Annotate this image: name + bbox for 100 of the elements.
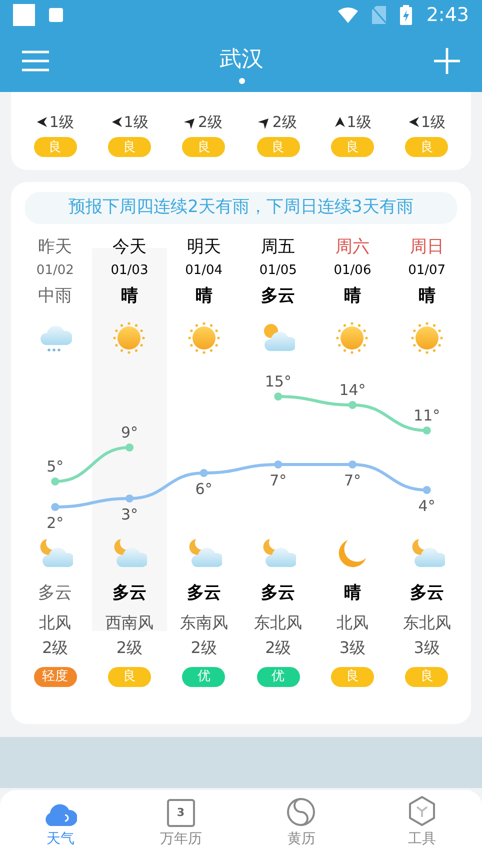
wifi-icon	[338, 7, 358, 23]
temperature-point	[274, 460, 282, 468]
night-weather-label: 晴	[344, 582, 361, 605]
air-quality-badge: 优	[256, 666, 300, 686]
wind-arrow-icon	[334, 116, 346, 128]
air-quality-badge: 良	[256, 137, 300, 157]
day-name: 今天	[112, 236, 146, 259]
wind-level: 1级	[49, 113, 74, 131]
temperature-label: 14°	[339, 381, 366, 399]
date-label: 01/02	[36, 262, 74, 280]
wind-level: 1级	[346, 113, 372, 131]
air-quality-badge: 优	[182, 666, 226, 686]
air-quality-badge: 轻度	[34, 666, 77, 686]
battery-charging-icon	[400, 5, 412, 25]
day-name: 昨天	[38, 236, 72, 259]
wind-level: 3级	[339, 637, 366, 659]
wind-direction: 东南风	[180, 612, 228, 634]
air-quality-badge: 良	[108, 137, 151, 157]
menu-icon[interactable]	[22, 50, 49, 72]
air-quality-badge: 良	[405, 137, 448, 157]
night-weather-label: 多云	[38, 582, 72, 605]
cloud-icon	[43, 801, 78, 827]
weather-label: 晴	[344, 285, 361, 308]
weather-label: 中雨	[38, 285, 72, 308]
wind-arrow-icon	[36, 116, 48, 128]
temperature-label: 4°	[418, 497, 436, 515]
temperature-point	[200, 469, 208, 477]
date-label: 01/04	[185, 262, 223, 280]
toolbox-icon	[406, 795, 437, 827]
temperature-label: 3°	[120, 506, 138, 524]
air-quality-badge: 良	[108, 666, 151, 686]
temperature-point	[126, 494, 134, 502]
temperature-label: 9°	[120, 424, 138, 442]
wind-direction: 西南风	[105, 612, 154, 634]
date-label: 01/07	[408, 262, 446, 280]
air-quality-badge: 良	[182, 137, 226, 157]
weather-label: 晴	[195, 285, 212, 308]
date-label: 01/06	[334, 262, 372, 280]
city-title: 武汉	[220, 46, 264, 74]
wind-direction: 北风	[336, 612, 368, 634]
yin-yang-icon	[286, 797, 316, 827]
weather-label: 晴	[418, 285, 436, 308]
wind-level: 2级	[190, 637, 217, 659]
day-name: 周六	[335, 236, 370, 259]
air-quality-badge: 良	[330, 137, 374, 157]
temperature-label: 15°	[264, 372, 292, 390]
wind-level: 2级	[272, 113, 297, 131]
wind-level: 2级	[42, 637, 68, 659]
air-quality-badge: 良	[405, 666, 448, 686]
night-weather-label: 多云	[261, 582, 296, 605]
air-quality-badge: 良	[330, 666, 374, 686]
sun-icon	[335, 321, 370, 355]
sun-icon	[112, 321, 146, 355]
date-label: 01/03	[110, 262, 148, 280]
nav-tab[interactable]: 工具	[362, 790, 482, 856]
wind-level: 3级	[414, 637, 440, 659]
temperature-label: 7°	[344, 472, 362, 490]
wind-level: 2级	[198, 113, 223, 131]
sun-icon	[186, 321, 221, 355]
wind-direction: 东北风	[402, 612, 451, 634]
wind-arrow-icon	[110, 116, 123, 128]
day-name: 周日	[410, 236, 444, 259]
calendar-icon: 3	[166, 799, 195, 827]
temperature-point	[51, 478, 60, 486]
temperature-label: 11°	[414, 406, 440, 424]
add-icon[interactable]	[434, 48, 460, 74]
temperature-point	[422, 486, 431, 494]
temperature-point	[274, 392, 282, 400]
nav-tab[interactable]: 天气	[0, 790, 120, 856]
no-sim-icon	[372, 6, 386, 24]
temperature-point	[422, 426, 431, 434]
wind-arrow-icon	[408, 116, 420, 128]
day-name: 明天	[186, 236, 221, 259]
weather-label: 晴	[120, 285, 138, 308]
forecast-banner: 预报下周四连续2天有雨，下周日连续3天有雨	[25, 192, 457, 224]
sun-icon	[410, 321, 444, 355]
wind-level: 1级	[124, 113, 148, 131]
temperature-point	[51, 503, 60, 511]
temperature-label: 6°	[195, 480, 212, 498]
temperature-label: 5°	[46, 458, 64, 476]
wind-direction: 北风	[39, 612, 72, 634]
air-quality-badge: 良	[34, 137, 77, 157]
temperature-point	[126, 444, 134, 452]
temperature-point	[348, 401, 356, 409]
day-name: 周五	[261, 236, 296, 259]
nav-tab[interactable]: 3 万年历	[120, 790, 241, 856]
night-weather-label: 多云	[112, 582, 146, 605]
clock-time: 2:43	[426, 2, 469, 28]
notification-square-icon	[13, 4, 35, 26]
wind-level: 2级	[116, 637, 143, 659]
nav-tab[interactable]: 黄历	[241, 790, 362, 856]
night-weather-label: 多云	[186, 582, 221, 605]
date-label: 01/05	[259, 262, 297, 280]
temperature-label: 7°	[270, 472, 287, 490]
weather-label: 多云	[261, 285, 296, 308]
wind-level: 1级	[421, 113, 446, 131]
wind-direction: 东北风	[254, 612, 302, 634]
temperature-label: 2°	[46, 514, 64, 532]
night-weather-label: 多云	[410, 582, 444, 605]
wind-level: 2级	[265, 637, 292, 659]
